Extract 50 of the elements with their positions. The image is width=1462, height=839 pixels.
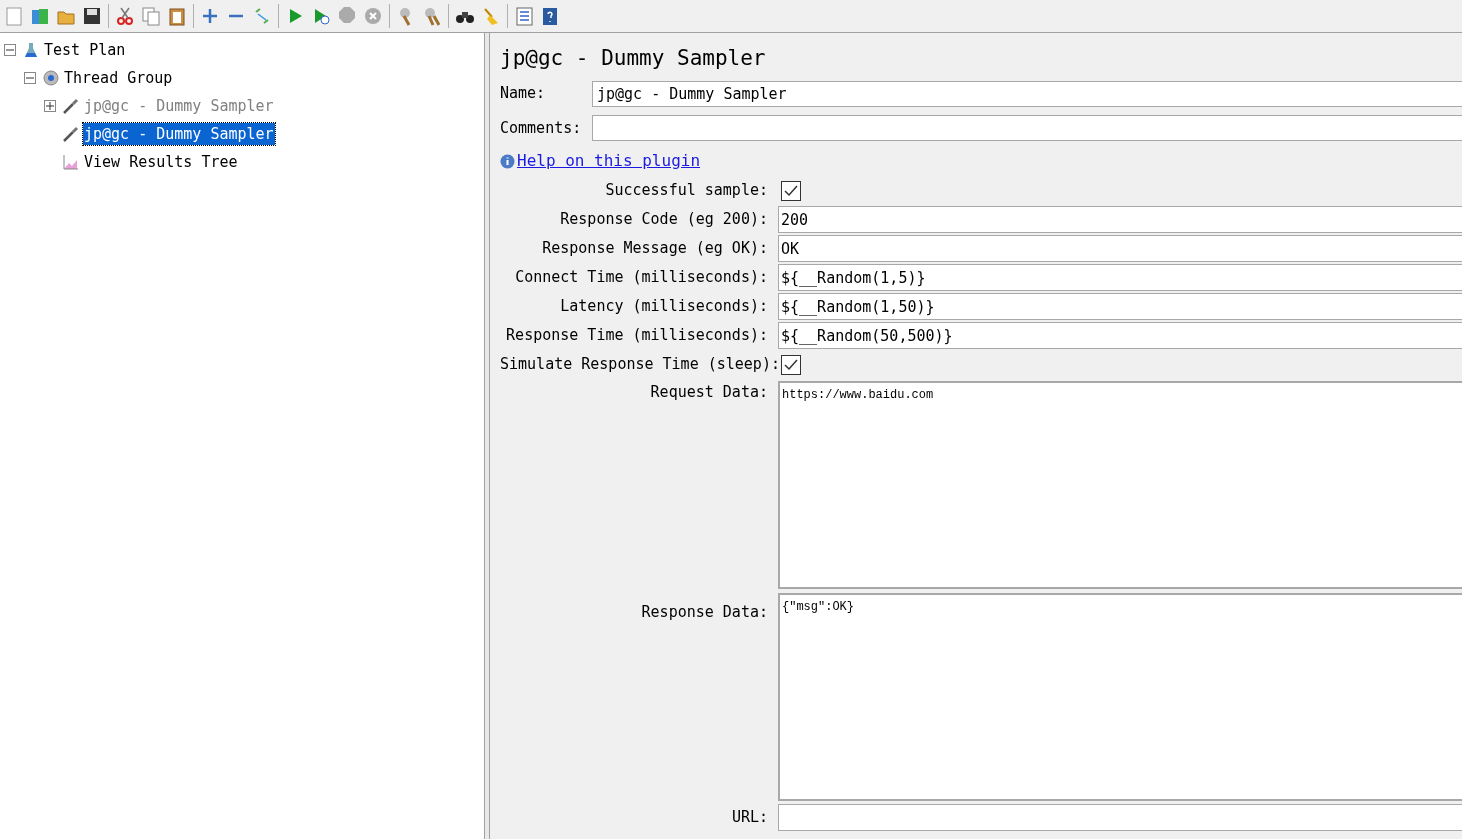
text-field[interactable]: ${__Random(1,5)} <box>778 264 1462 291</box>
checkbox[interactable] <box>781 354 801 375</box>
templates-icon[interactable] <box>30 6 50 26</box>
field-label: Successful sample: <box>604 180 769 202</box>
tree-item[interactable]: View Results Tree <box>83 150 239 174</box>
field-label: Response Time (milliseconds): <box>505 325 769 347</box>
collapse-icon[interactable] <box>24 72 36 84</box>
copy-icon[interactable] <box>141 6 161 26</box>
panel-title: jp@gc - Dummy Sampler <box>500 45 767 72</box>
tree-item[interactable]: Test Plan <box>43 38 127 62</box>
field-label: Response Code (eg 200): <box>559 209 769 231</box>
tree-item[interactable]: Thread Group <box>63 66 174 90</box>
field-label: Latency (milliseconds): <box>559 296 769 318</box>
comments-field[interactable] <box>592 115 1462 141</box>
text-field[interactable]: ${__Random(1,50)} <box>778 293 1462 320</box>
dropper-icon <box>62 97 80 115</box>
checkbox[interactable] <box>781 180 801 201</box>
stop-icon[interactable] <box>337 6 357 26</box>
field-label: URL: <box>730 807 769 829</box>
comments-label: Comments: <box>500 117 583 139</box>
help-link[interactable]: Help on this plugin <box>517 149 701 173</box>
text-area[interactable]: {"msg":OK} <box>778 593 1462 801</box>
field-label: Connect Time (milliseconds): <box>514 267 769 289</box>
text-field[interactable]: ${__Random(50,500)} <box>778 322 1462 349</box>
gear-icon <box>42 69 60 87</box>
chart-icon <box>62 153 80 171</box>
add-icon[interactable] <box>200 6 220 26</box>
text-field[interactable]: OK <box>778 235 1462 262</box>
cut-icon[interactable] <box>115 6 135 26</box>
collapse-icon[interactable] <box>4 44 16 56</box>
clear-all-icon[interactable] <box>422 6 442 26</box>
name-label: Name: <box>500 83 547 105</box>
info-icon <box>500 153 515 169</box>
broom-icon[interactable] <box>481 6 501 26</box>
tree-item[interactable]: jp@gc - Dummy Sampler <box>83 122 275 146</box>
field-label: Simulate Response Time (sleep): <box>500 354 778 376</box>
help-icon[interactable] <box>540 6 560 26</box>
save-icon[interactable] <box>82 6 102 26</box>
flask-icon <box>22 41 40 59</box>
name-field[interactable]: jp@gc - Dummy Sampler <box>592 80 1462 107</box>
dropper-icon <box>62 125 80 143</box>
field-label: Response Message (eg OK): <box>541 238 769 260</box>
field-label: Response Data: <box>640 602 769 623</box>
text-field[interactable]: 200 <box>778 206 1462 233</box>
text-area[interactable]: https://www.baidu.com <box>778 381 1462 589</box>
shutdown-icon[interactable] <box>363 6 383 26</box>
list-icon[interactable] <box>514 6 534 26</box>
text-field[interactable] <box>778 804 1462 831</box>
field-label: Request Data: <box>649 382 769 403</box>
paste-icon[interactable] <box>167 6 187 26</box>
